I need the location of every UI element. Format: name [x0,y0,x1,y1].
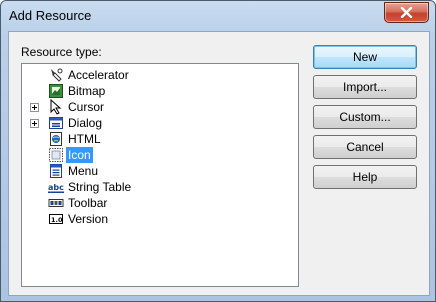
tree-item-string-table[interactable]: abc String Table [22,179,292,195]
icon-resource-icon [49,148,63,162]
custom-button[interactable]: Custom... [313,105,417,129]
tree-item-label: HTML [68,132,101,146]
resource-type-label: Resource type: [21,45,102,59]
new-button[interactable]: New [313,45,417,69]
cancel-button[interactable]: Cancel [313,135,417,159]
close-button[interactable] [384,2,429,23]
title-bar[interactable]: Add Resource [1,1,435,31]
bitmap-icon [49,84,63,98]
accelerator-icon [51,68,63,82]
tree-item-label: Icon [66,147,93,163]
version-icon: 1.0 [49,214,63,224]
toolbar-icon [48,199,64,207]
tree-item-bitmap[interactable]: Bitmap [22,83,292,99]
string-table-icon: abc [48,183,64,193]
tree-item-toolbar[interactable]: Toolbar [22,195,292,211]
tree-item-dialog[interactable]: Dialog [22,115,292,131]
tree-item-menu[interactable]: Menu [22,163,292,179]
expand-icon[interactable] [30,119,39,128]
tree-item-label: Cursor [68,100,105,114]
add-resource-dialog: Add Resource Resource type: Accelerator [0,0,436,302]
import-button[interactable]: Import... [313,75,417,99]
tree-item-cursor[interactable]: Cursor [22,99,292,115]
tree-item-label: String Table [68,180,132,194]
tree-item-html[interactable]: HTML [22,131,292,147]
svg-text:1.0: 1.0 [51,216,63,224]
tree-item-label: Bitmap [68,84,106,98]
window-title: Add Resource [9,8,92,23]
tree-item-icon[interactable]: Icon [22,147,292,163]
tree-item-label: Accelerator [68,68,129,82]
close-icon [400,7,413,18]
tree-item-label: Dialog [68,116,103,130]
help-button[interactable]: Help [313,165,417,189]
resource-type-tree[interactable]: Accelerator Bitmap Cursor Dialog HTML Ic… [21,63,299,287]
tree-item-label: Menu [68,164,99,178]
tree-item-version[interactable]: 1.0 Version [22,211,292,227]
svg-text:abc: abc [48,183,64,192]
html-icon [50,132,62,146]
dialog-client-area: Resource type: Accelerator Bitmap Cursor… [8,31,430,296]
tree-item-label: Version [68,212,109,226]
dialog-icon [49,117,63,129]
cursor-icon [50,99,62,115]
tree-item-label: Toolbar [68,196,108,210]
tree-item-accelerator[interactable]: Accelerator [22,67,292,83]
expand-icon[interactable] [30,103,39,112]
menu-icon [50,164,62,178]
